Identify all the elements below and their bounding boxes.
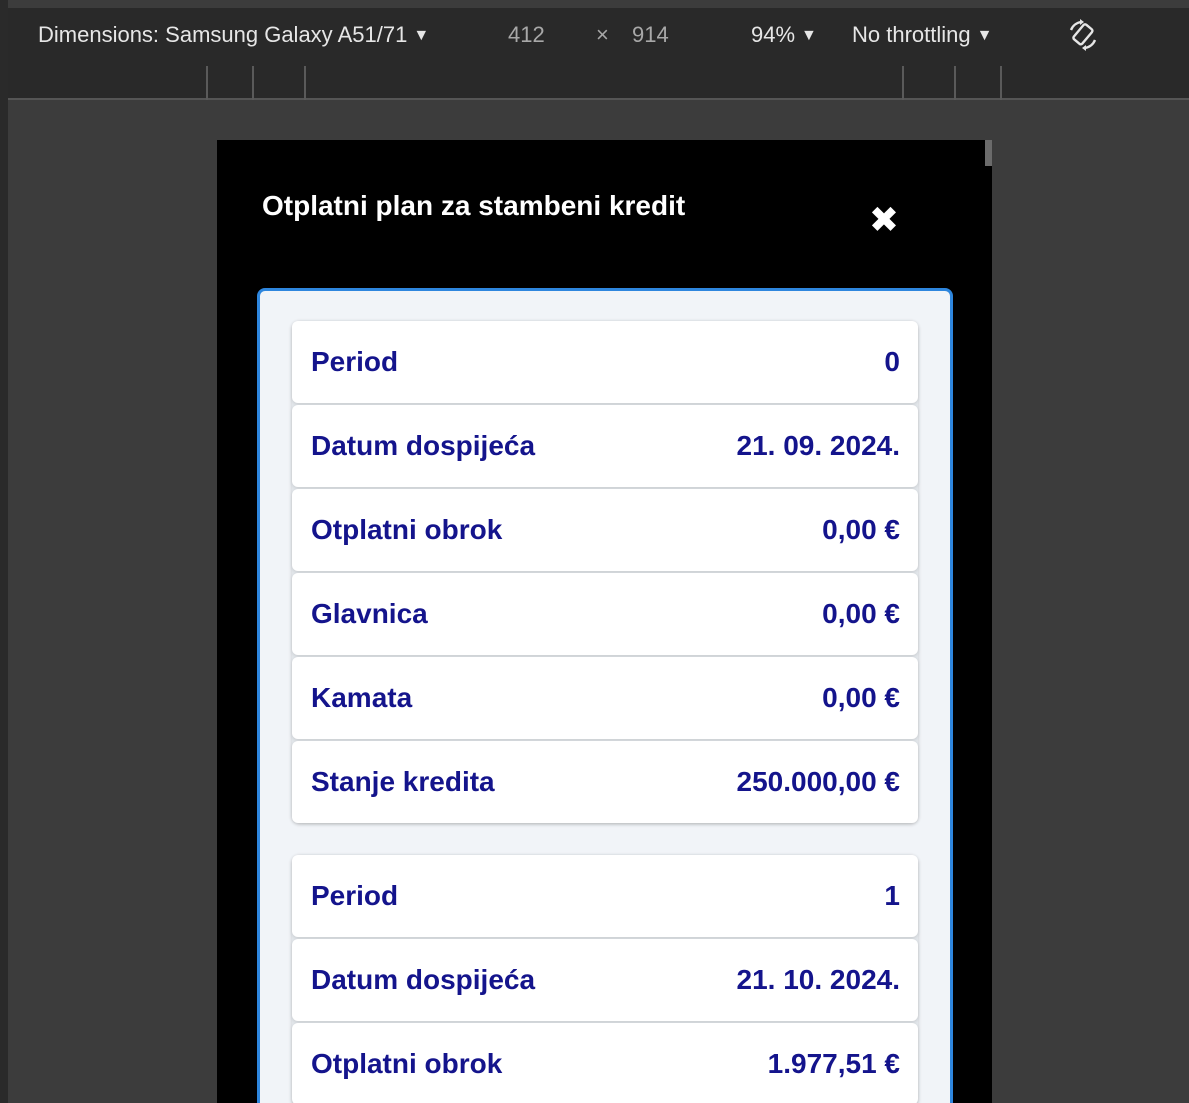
- period-card: Period 0 Datum dospijeća 21. 09. 2024. O…: [292, 321, 918, 823]
- times-separator: ×: [596, 22, 609, 47]
- chevron-down-icon: ▼: [976, 27, 993, 44]
- row-value: 0: [884, 346, 900, 377]
- row-label: Datum dospijeća: [311, 964, 536, 995]
- width-input[interactable]: 412: [508, 22, 545, 48]
- row-label: Period: [311, 346, 399, 377]
- close-icon[interactable]: ✖: [867, 203, 901, 239]
- throttling-select[interactable]: No throttling ▼: [852, 22, 992, 48]
- height-input[interactable]: 914: [632, 22, 669, 48]
- ruler-tick: [206, 66, 208, 100]
- row-due-date: Datum dospijeća 21. 10. 2024.: [292, 939, 918, 1021]
- row-label: Kamata: [311, 682, 413, 713]
- row-interest: Kamata 0,00 €: [292, 657, 918, 739]
- row-value: 21. 09. 2024.: [736, 430, 900, 461]
- row-period: Period 0: [292, 321, 918, 403]
- scrollbar-thumb[interactable]: [985, 140, 992, 166]
- devtools-device-toolbar: Dimensions: Samsung Galaxy A51/71 ▼ 412 ×…: [8, 8, 1189, 66]
- period-card: Period 1 Datum dospijeća 21. 10. 2024. O…: [292, 855, 918, 1103]
- row-label: Otplatni obrok: [311, 1048, 503, 1079]
- row-value: 0,00 €: [822, 514, 900, 545]
- row-installment: Otplatni obrok 0,00 €: [292, 489, 918, 571]
- row-installment: Otplatni obrok 1.977,51 €: [292, 1023, 918, 1103]
- rotate-icon[interactable]: [1066, 18, 1100, 52]
- row-label: Otplatni obrok: [311, 514, 503, 545]
- device-dimensions-select[interactable]: Dimensions: Samsung Galaxy A51/71 ▼: [38, 22, 429, 48]
- chevron-down-icon: ▼: [413, 27, 430, 44]
- ruler-tick: [304, 66, 306, 100]
- window-edge: [0, 0, 8, 1103]
- row-label: Datum dospijeća: [311, 430, 536, 461]
- chevron-down-icon: ▼: [801, 27, 817, 44]
- row-value: 1: [884, 880, 900, 911]
- ruler-tick: [252, 66, 254, 100]
- row-value: 21. 10. 2024.: [736, 964, 900, 995]
- media-query-ruler: [8, 66, 1189, 100]
- ruler-tick: [902, 66, 904, 100]
- modal-title: Otplatni plan za stambeni kredit: [262, 190, 686, 221]
- row-value: 1.977,51 €: [767, 1048, 900, 1079]
- row-label: Period: [311, 880, 399, 911]
- row-value: 250.000,00 €: [736, 766, 901, 797]
- device-name: Dimensions: Samsung Galaxy A51/71: [38, 22, 408, 47]
- ruler-tick: [1000, 66, 1002, 100]
- throttling-value: No throttling: [852, 22, 971, 47]
- row-period: Period 1: [292, 855, 918, 937]
- zoom-select[interactable]: 94% ▼: [751, 22, 817, 48]
- row-principal: Glavnica 0,00 €: [292, 573, 918, 655]
- row-due-date: Datum dospijeća 21. 09. 2024.: [292, 405, 918, 487]
- row-label: Stanje kredita: [311, 766, 495, 797]
- row-value: 0,00 €: [822, 682, 900, 713]
- row-value: 0,00 €: [822, 598, 900, 629]
- row-loan-balance: Stanje kredita 250.000,00 €: [292, 741, 918, 823]
- device-viewport: Otplatni plan za stambeni kredit ✖ Perio…: [217, 140, 992, 1103]
- ruler-tick: [954, 66, 956, 100]
- row-label: Glavnica: [311, 598, 428, 629]
- zoom-value: 94%: [751, 22, 796, 47]
- amortization-panel[interactable]: Period 0 Datum dospijeća 21. 09. 2024. O…: [257, 288, 953, 1103]
